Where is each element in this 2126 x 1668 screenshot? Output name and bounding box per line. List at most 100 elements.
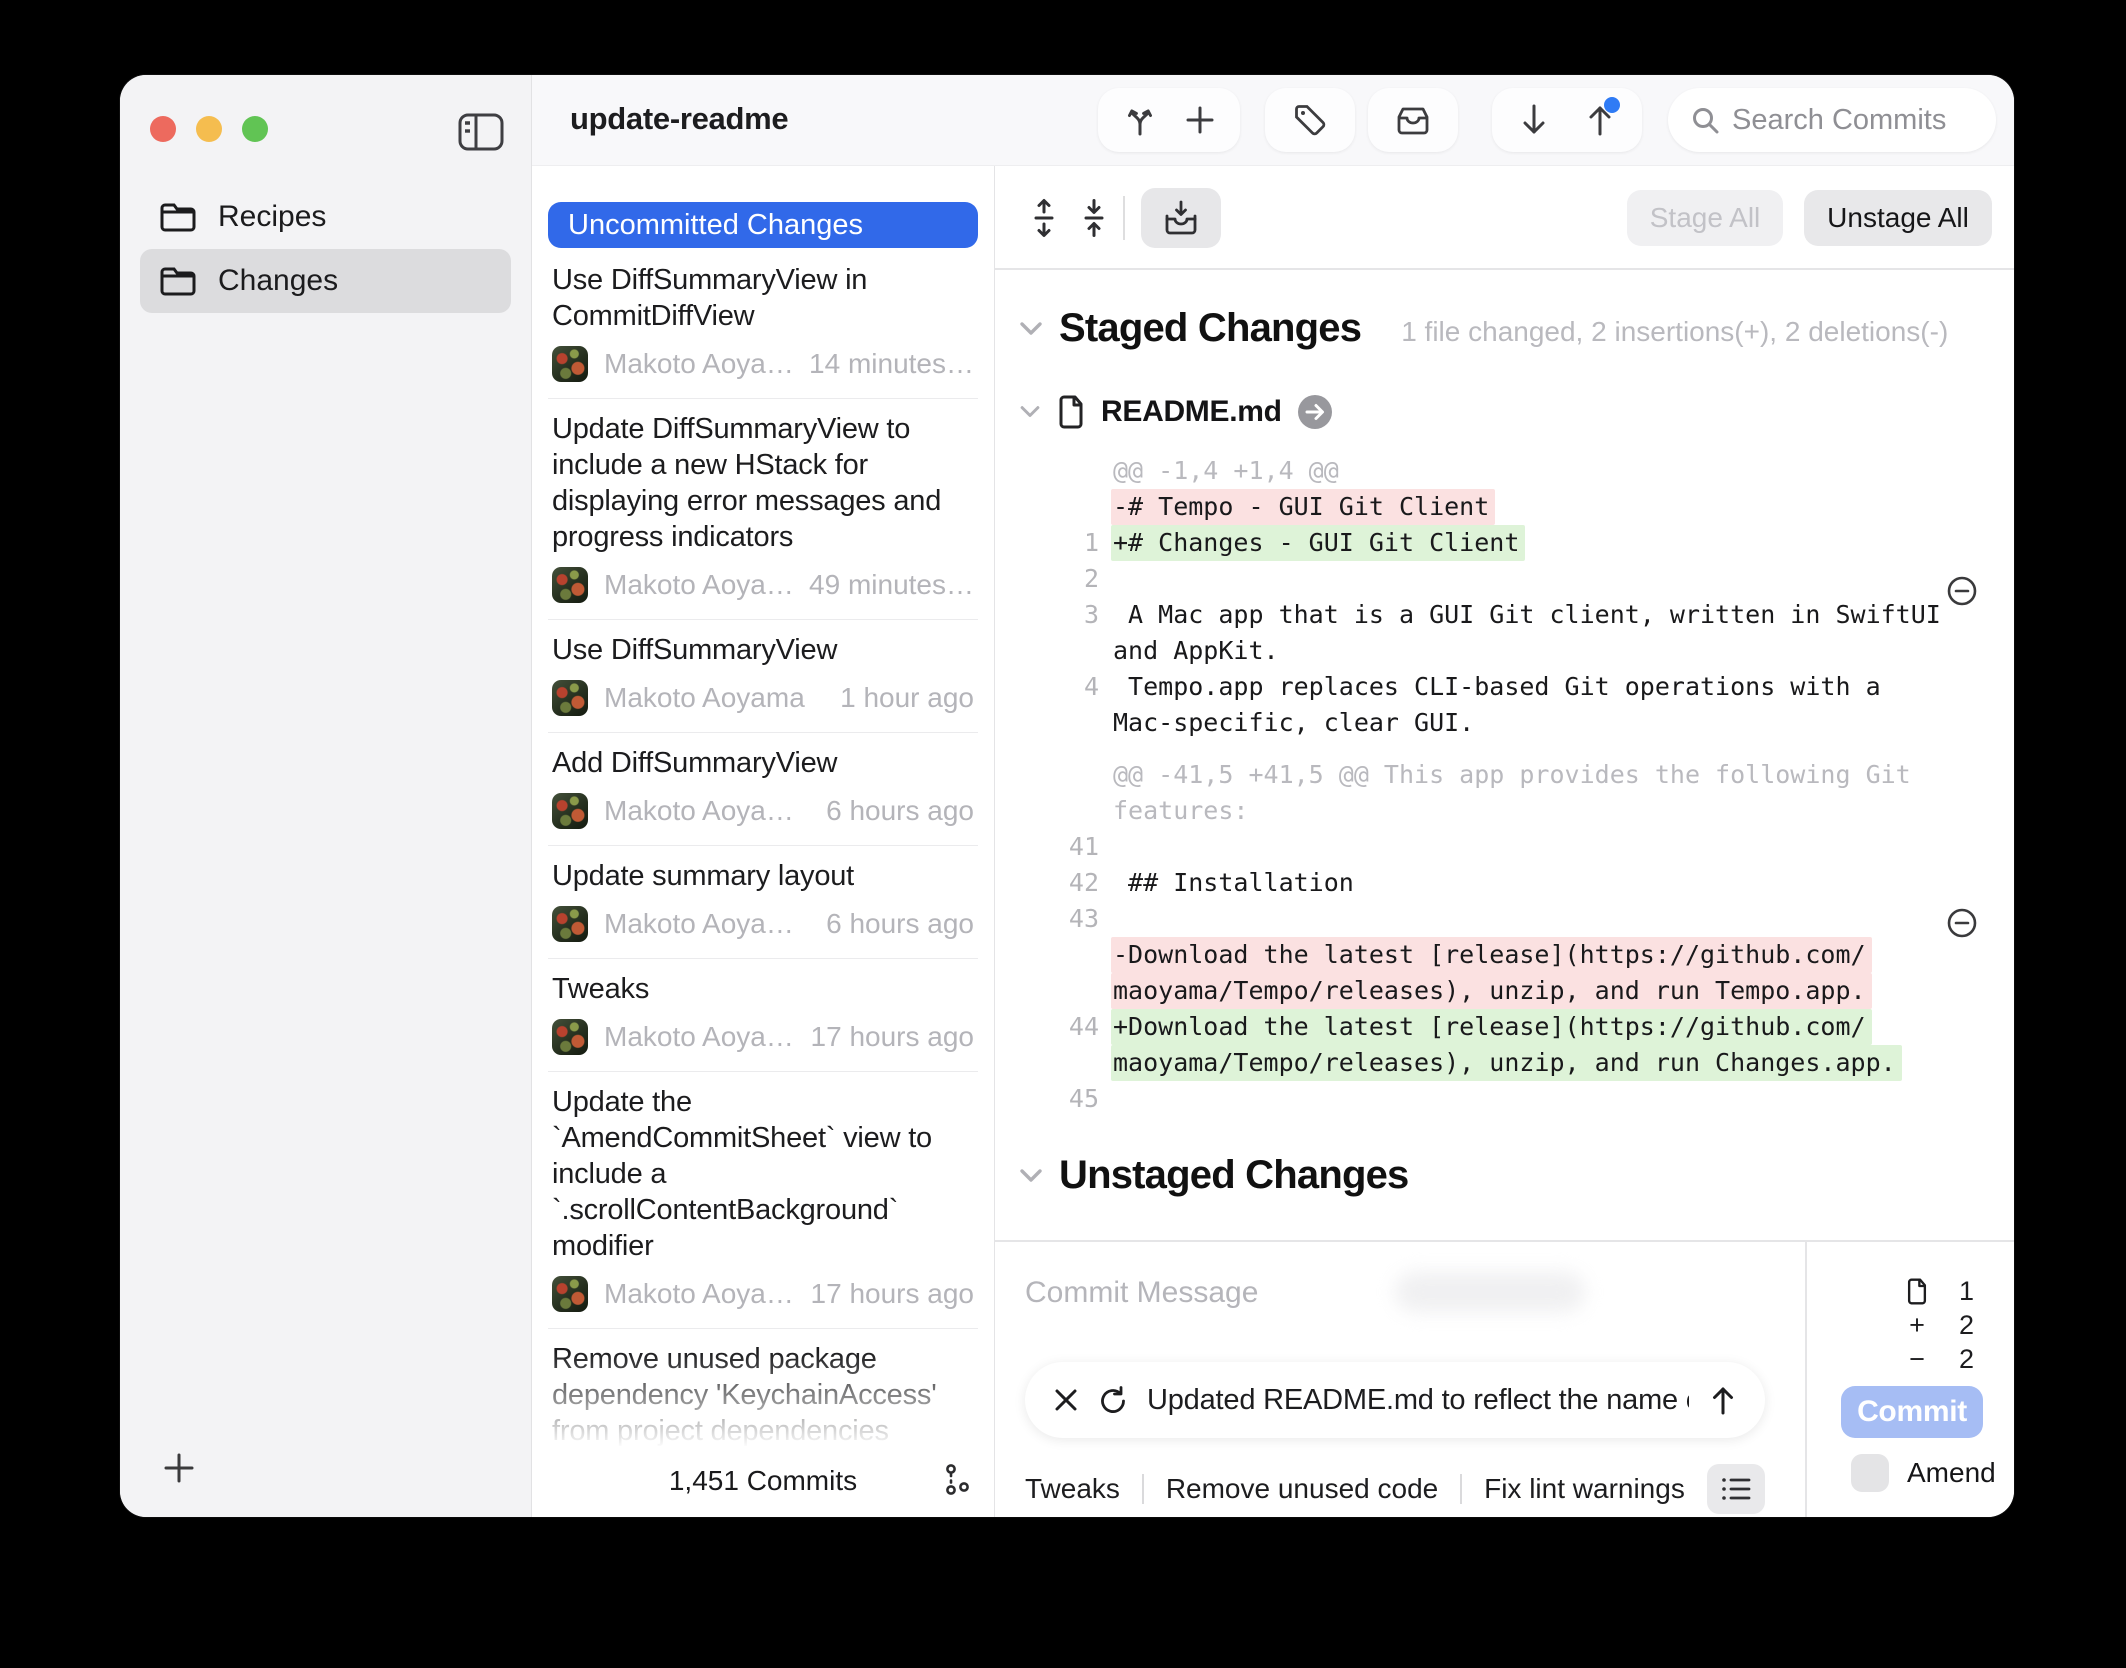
commit-list-item[interactable]: Merge pull request #187 from maoyama/upd…	[548, 1514, 978, 1517]
diff-row: Tempo.app replaces CLI-based Git operati…	[1113, 669, 2014, 705]
tag-button[interactable]	[1265, 88, 1355, 152]
stash-button[interactable]	[1368, 88, 1458, 152]
quick-action-button[interactable]: Tweaks	[1025, 1473, 1120, 1505]
search-input[interactable]	[1732, 104, 1974, 137]
folder-icon	[160, 266, 196, 296]
commit-list-item[interactable]: Tweaks Makoto Aoya… 17 hours ago	[548, 959, 978, 1072]
commit-author: Makoto Aoya…	[604, 908, 826, 940]
unstage-hunk-button[interactable]	[1946, 575, 1978, 607]
toolbar: update-readme	[532, 75, 2014, 166]
diff-highlight: +Download the latest [release](https://g…	[1111, 1009, 1872, 1045]
sidebar-toggle-icon[interactable]	[456, 111, 506, 153]
search-field[interactable]	[1668, 88, 1996, 152]
diff-row	[1113, 1081, 2014, 1117]
commit-author: Makoto Aoya…	[604, 348, 809, 380]
staged-stats: 1 file changed, 2 insertions(+), 2 delet…	[1401, 316, 1948, 348]
close-button[interactable]	[150, 116, 176, 142]
diff-row: A Mac app that is a GUI Git client, writ…	[1113, 597, 2014, 633]
commit-list-item[interactable]: Use DiffSummaryView Makoto Aoyama 1 hour…	[548, 620, 978, 733]
diff-line-text: -Download the latest [release](https://g…	[1113, 937, 2014, 1009]
files-changed-stat: 1	[1807, 1276, 1974, 1306]
commit-meta: Makoto Aoya… 6 hours ago	[552, 793, 974, 829]
branch-button-group	[1098, 88, 1240, 152]
diff-highlight: -Download the latest [release](https://g…	[1111, 937, 1872, 973]
commit-message-editor[interactable]: Commit Message	[995, 1242, 1805, 1517]
quick-action-button[interactable]: Fix lint warnings	[1484, 1473, 1685, 1505]
chevron-down-icon[interactable]	[1019, 405, 1041, 419]
diff-highlight: -# Tempo - GUI Git Client	[1111, 489, 1495, 525]
chevron-down-icon[interactable]	[1019, 1168, 1043, 1184]
sidebar-item-recipes[interactable]: Recipes	[140, 185, 511, 249]
open-file-icon[interactable]	[1298, 395, 1332, 429]
create-branch-icon[interactable]	[1122, 102, 1158, 138]
commit-title: Update DiffSummaryView to include a new …	[552, 411, 974, 555]
pull-icon[interactable]	[1518, 102, 1550, 138]
commit-list-item[interactable]: Update summary layout Makoto Aoya… 6 hou…	[548, 846, 978, 959]
quick-action-button[interactable]: Remove unused code	[1166, 1473, 1438, 1505]
expand-all-icon[interactable]	[1027, 198, 1061, 238]
staged-file-row[interactable]: README.md	[1019, 395, 2014, 429]
commit-meta: Makoto Aoya… 14 minutes…	[552, 346, 974, 382]
commit-list-item[interactable]: Use DiffSummaryView in CommitDiffView Ma…	[548, 250, 978, 399]
diff-row: -# Tempo - GUI Git Client	[1113, 489, 2014, 525]
diff-line: 43	[1019, 901, 2014, 937]
sidebar-item-changes[interactable]: Changes	[140, 249, 511, 313]
commit-count: 1,451 Commits	[669, 1465, 857, 1497]
diff-row: maoyama/Tempo/releases), unzip, and run …	[1113, 1045, 2014, 1081]
minimize-button[interactable]	[196, 116, 222, 142]
diff-line: 41	[1019, 829, 2014, 865]
stage-all-button[interactable]: Stage All	[1627, 190, 1783, 246]
commit-meta: Makoto Aoya… 17 hours ago	[552, 1276, 974, 1312]
unstaged-changes-header: Unstaged Changes	[1019, 1153, 2014, 1198]
unstage-hunk-button[interactable]	[1946, 907, 1978, 939]
push-badge	[1604, 97, 1620, 113]
commit-list-item[interactable]: Add DiffSummaryView Makoto Aoya… 6 hours…	[548, 733, 978, 846]
diff-row: -Download the latest [release](https://g…	[1113, 937, 2014, 973]
diff-row	[1113, 561, 2014, 597]
commit-list-footer: 1,451 Commits	[548, 1459, 978, 1503]
amend-checkbox[interactable]	[1851, 1454, 1889, 1492]
collapse-all-icon[interactable]	[1077, 198, 1111, 238]
line-number: 45	[1019, 1081, 1113, 1117]
commit-title: Remove unused package dependency 'Keycha…	[552, 1341, 974, 1449]
diff-panel-header: Stage All Unstage All	[995, 166, 2014, 270]
avatar	[552, 793, 588, 829]
diff-scroll-area[interactable]: Staged Changes 1 file changed, 2 inserti…	[995, 270, 2014, 1240]
desktop-background: Recipes Changes	[0, 0, 2126, 1668]
diff-row: ## Installation	[1113, 865, 2014, 901]
stash-changes-button[interactable]	[1141, 188, 1221, 248]
commit-button[interactable]: Commit	[1841, 1386, 1983, 1438]
avatar	[552, 906, 588, 942]
message-templates-button[interactable]	[1707, 1464, 1765, 1514]
commit-meta: Makoto Aoya… 49 minutes…	[552, 567, 974, 603]
line-number: 1	[1019, 525, 1113, 561]
commit-list-item[interactable]: Update DiffSummaryView to include a new …	[548, 399, 978, 620]
diff-row: features:	[1113, 793, 2014, 829]
diff-line: 3 A Mac app that is a GUI Git client, wr…	[1019, 597, 2014, 669]
separator	[1460, 1474, 1462, 1504]
commit-title: Use DiffSummaryView	[552, 632, 974, 668]
file-icon	[1057, 395, 1085, 429]
minus-icon: −	[1902, 1344, 1932, 1375]
add-repository-button[interactable]	[162, 1451, 196, 1485]
files-count: 1	[1950, 1276, 1974, 1307]
apply-suggestion-icon[interactable]	[1709, 1384, 1737, 1416]
commit-list-item[interactable]: Update the `AmendCommitSheet` view to in…	[548, 1072, 978, 1329]
dismiss-suggestion-icon[interactable]	[1053, 1387, 1079, 1413]
chevron-down-icon[interactable]	[1019, 321, 1043, 337]
line-number	[1019, 489, 1113, 525]
uncommitted-changes-row[interactable]: Uncommitted Changes	[548, 202, 978, 248]
sidebar: Recipes Changes	[120, 75, 532, 1517]
commit-time: 17 hours ago	[811, 1021, 974, 1053]
zoom-button[interactable]	[242, 116, 268, 142]
diff-line-text: @@ -41,5 +41,5 @@ This app provides the …	[1113, 757, 2014, 829]
diff-line-text: +Download the latest [release](https://g…	[1113, 1009, 2014, 1081]
add-icon[interactable]	[1184, 104, 1216, 136]
diff-highlight: maoyama/Tempo/releases), unzip, and run …	[1111, 973, 1872, 1009]
commit-graph-icon[interactable]	[942, 1463, 972, 1495]
ai-suggestion-pill: Updated README.md to reflect the name ch…	[1025, 1362, 1765, 1438]
diff-hunk: @@ -41,5 +41,5 @@ This app provides the …	[1019, 757, 2014, 1117]
diff-highlight: maoyama/Tempo/releases), unzip, and run …	[1111, 1045, 1902, 1081]
regenerate-suggestion-icon[interactable]	[1099, 1385, 1127, 1415]
unstage-all-button[interactable]: Unstage All	[1804, 190, 1992, 246]
